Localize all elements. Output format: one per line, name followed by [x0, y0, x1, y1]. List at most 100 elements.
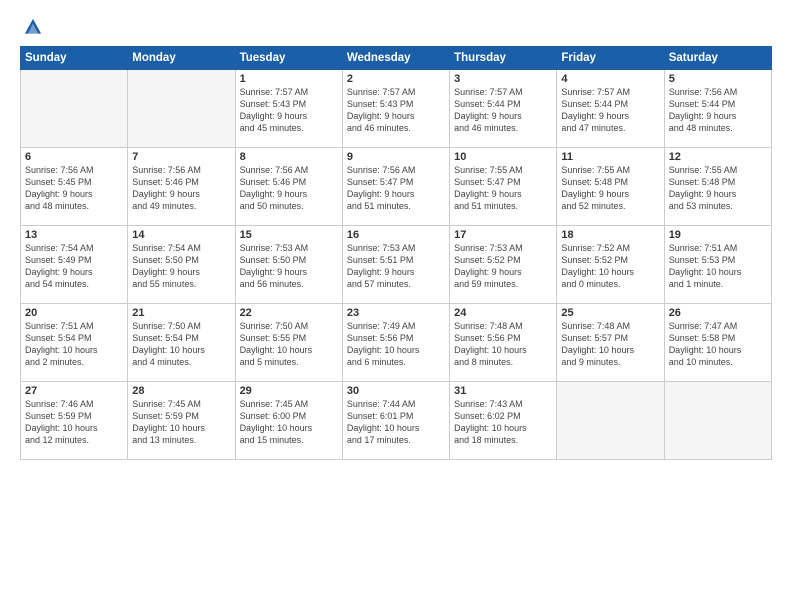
calendar-cell: 25Sunrise: 7:48 AM Sunset: 5:57 PM Dayli…	[557, 304, 664, 382]
calendar-cell: 2Sunrise: 7:57 AM Sunset: 5:43 PM Daylig…	[342, 70, 449, 148]
day-number: 24	[454, 307, 552, 319]
day-number: 26	[669, 307, 767, 319]
calendar-cell: 8Sunrise: 7:56 AM Sunset: 5:46 PM Daylig…	[235, 148, 342, 226]
day-info: Sunrise: 7:46 AM Sunset: 5:59 PM Dayligh…	[25, 398, 123, 447]
calendar-cell: 5Sunrise: 7:56 AM Sunset: 5:44 PM Daylig…	[664, 70, 771, 148]
day-info: Sunrise: 7:56 AM Sunset: 5:45 PM Dayligh…	[25, 164, 123, 213]
day-info: Sunrise: 7:57 AM Sunset: 5:43 PM Dayligh…	[347, 86, 445, 135]
day-header-friday: Friday	[557, 47, 664, 70]
day-info: Sunrise: 7:55 AM Sunset: 5:47 PM Dayligh…	[454, 164, 552, 213]
day-number: 14	[132, 229, 230, 241]
calendar-week-row: 20Sunrise: 7:51 AM Sunset: 5:54 PM Dayli…	[21, 304, 772, 382]
day-info: Sunrise: 7:56 AM Sunset: 5:47 PM Dayligh…	[347, 164, 445, 213]
day-number: 7	[132, 151, 230, 163]
day-info: Sunrise: 7:57 AM Sunset: 5:43 PM Dayligh…	[240, 86, 338, 135]
day-number: 17	[454, 229, 552, 241]
day-info: Sunrise: 7:49 AM Sunset: 5:56 PM Dayligh…	[347, 320, 445, 369]
calendar-table: SundayMondayTuesdayWednesdayThursdayFrid…	[20, 46, 772, 460]
day-info: Sunrise: 7:56 AM Sunset: 5:46 PM Dayligh…	[132, 164, 230, 213]
calendar-cell: 29Sunrise: 7:45 AM Sunset: 6:00 PM Dayli…	[235, 382, 342, 460]
day-number: 3	[454, 73, 552, 85]
day-number: 25	[561, 307, 659, 319]
day-number: 31	[454, 385, 552, 397]
day-number: 18	[561, 229, 659, 241]
day-info: Sunrise: 7:56 AM Sunset: 5:46 PM Dayligh…	[240, 164, 338, 213]
day-header-thursday: Thursday	[450, 47, 557, 70]
calendar-cell: 7Sunrise: 7:56 AM Sunset: 5:46 PM Daylig…	[128, 148, 235, 226]
day-number: 30	[347, 385, 445, 397]
calendar-cell: 15Sunrise: 7:53 AM Sunset: 5:50 PM Dayli…	[235, 226, 342, 304]
day-header-wednesday: Wednesday	[342, 47, 449, 70]
day-info: Sunrise: 7:53 AM Sunset: 5:52 PM Dayligh…	[454, 242, 552, 291]
day-info: Sunrise: 7:54 AM Sunset: 5:50 PM Dayligh…	[132, 242, 230, 291]
day-number: 11	[561, 151, 659, 163]
calendar-cell: 22Sunrise: 7:50 AM Sunset: 5:55 PM Dayli…	[235, 304, 342, 382]
header	[20, 16, 772, 38]
day-info: Sunrise: 7:52 AM Sunset: 5:52 PM Dayligh…	[561, 242, 659, 291]
day-info: Sunrise: 7:57 AM Sunset: 5:44 PM Dayligh…	[561, 86, 659, 135]
day-number: 1	[240, 73, 338, 85]
day-header-sunday: Sunday	[21, 47, 128, 70]
calendar-week-row: 1Sunrise: 7:57 AM Sunset: 5:43 PM Daylig…	[21, 70, 772, 148]
day-number: 4	[561, 73, 659, 85]
day-info: Sunrise: 7:51 AM Sunset: 5:53 PM Dayligh…	[669, 242, 767, 291]
day-info: Sunrise: 7:45 AM Sunset: 6:00 PM Dayligh…	[240, 398, 338, 447]
day-number: 19	[669, 229, 767, 241]
day-number: 6	[25, 151, 123, 163]
day-header-monday: Monday	[128, 47, 235, 70]
day-header-tuesday: Tuesday	[235, 47, 342, 70]
calendar-cell: 10Sunrise: 7:55 AM Sunset: 5:47 PM Dayli…	[450, 148, 557, 226]
day-info: Sunrise: 7:57 AM Sunset: 5:44 PM Dayligh…	[454, 86, 552, 135]
day-info: Sunrise: 7:44 AM Sunset: 6:01 PM Dayligh…	[347, 398, 445, 447]
day-number: 10	[454, 151, 552, 163]
calendar-cell	[557, 382, 664, 460]
calendar-cell: 30Sunrise: 7:44 AM Sunset: 6:01 PM Dayli…	[342, 382, 449, 460]
calendar-cell: 3Sunrise: 7:57 AM Sunset: 5:44 PM Daylig…	[450, 70, 557, 148]
day-number: 29	[240, 385, 338, 397]
calendar-cell: 27Sunrise: 7:46 AM Sunset: 5:59 PM Dayli…	[21, 382, 128, 460]
calendar-cell: 11Sunrise: 7:55 AM Sunset: 5:48 PM Dayli…	[557, 148, 664, 226]
calendar-cell: 14Sunrise: 7:54 AM Sunset: 5:50 PM Dayli…	[128, 226, 235, 304]
calendar-cell: 31Sunrise: 7:43 AM Sunset: 6:02 PM Dayli…	[450, 382, 557, 460]
calendar-cell: 21Sunrise: 7:50 AM Sunset: 5:54 PM Dayli…	[128, 304, 235, 382]
day-info: Sunrise: 7:55 AM Sunset: 5:48 PM Dayligh…	[561, 164, 659, 213]
calendar-cell: 28Sunrise: 7:45 AM Sunset: 5:59 PM Dayli…	[128, 382, 235, 460]
day-info: Sunrise: 7:51 AM Sunset: 5:54 PM Dayligh…	[25, 320, 123, 369]
calendar-cell: 23Sunrise: 7:49 AM Sunset: 5:56 PM Dayli…	[342, 304, 449, 382]
day-number: 9	[347, 151, 445, 163]
calendar-cell	[664, 382, 771, 460]
day-number: 8	[240, 151, 338, 163]
day-info: Sunrise: 7:48 AM Sunset: 5:56 PM Dayligh…	[454, 320, 552, 369]
calendar-cell: 18Sunrise: 7:52 AM Sunset: 5:52 PM Dayli…	[557, 226, 664, 304]
day-info: Sunrise: 7:47 AM Sunset: 5:58 PM Dayligh…	[669, 320, 767, 369]
calendar-cell: 12Sunrise: 7:55 AM Sunset: 5:48 PM Dayli…	[664, 148, 771, 226]
day-number: 5	[669, 73, 767, 85]
day-number: 27	[25, 385, 123, 397]
logo	[20, 16, 46, 38]
logo-icon	[22, 16, 44, 38]
day-number: 13	[25, 229, 123, 241]
calendar-cell: 24Sunrise: 7:48 AM Sunset: 5:56 PM Dayli…	[450, 304, 557, 382]
calendar-week-row: 27Sunrise: 7:46 AM Sunset: 5:59 PM Dayli…	[21, 382, 772, 460]
calendar-cell: 19Sunrise: 7:51 AM Sunset: 5:53 PM Dayli…	[664, 226, 771, 304]
day-info: Sunrise: 7:55 AM Sunset: 5:48 PM Dayligh…	[669, 164, 767, 213]
calendar-cell: 6Sunrise: 7:56 AM Sunset: 5:45 PM Daylig…	[21, 148, 128, 226]
day-info: Sunrise: 7:56 AM Sunset: 5:44 PM Dayligh…	[669, 86, 767, 135]
day-info: Sunrise: 7:50 AM Sunset: 5:54 PM Dayligh…	[132, 320, 230, 369]
day-number: 23	[347, 307, 445, 319]
calendar-cell: 26Sunrise: 7:47 AM Sunset: 5:58 PM Dayli…	[664, 304, 771, 382]
day-info: Sunrise: 7:53 AM Sunset: 5:50 PM Dayligh…	[240, 242, 338, 291]
day-info: Sunrise: 7:45 AM Sunset: 5:59 PM Dayligh…	[132, 398, 230, 447]
calendar-cell: 17Sunrise: 7:53 AM Sunset: 5:52 PM Dayli…	[450, 226, 557, 304]
day-info: Sunrise: 7:43 AM Sunset: 6:02 PM Dayligh…	[454, 398, 552, 447]
calendar-header-row: SundayMondayTuesdayWednesdayThursdayFrid…	[21, 47, 772, 70]
day-info: Sunrise: 7:54 AM Sunset: 5:49 PM Dayligh…	[25, 242, 123, 291]
day-info: Sunrise: 7:53 AM Sunset: 5:51 PM Dayligh…	[347, 242, 445, 291]
day-header-saturday: Saturday	[664, 47, 771, 70]
calendar-cell	[128, 70, 235, 148]
day-number: 20	[25, 307, 123, 319]
calendar-cell: 13Sunrise: 7:54 AM Sunset: 5:49 PM Dayli…	[21, 226, 128, 304]
calendar-cell: 1Sunrise: 7:57 AM Sunset: 5:43 PM Daylig…	[235, 70, 342, 148]
calendar-cell: 4Sunrise: 7:57 AM Sunset: 5:44 PM Daylig…	[557, 70, 664, 148]
day-info: Sunrise: 7:48 AM Sunset: 5:57 PM Dayligh…	[561, 320, 659, 369]
